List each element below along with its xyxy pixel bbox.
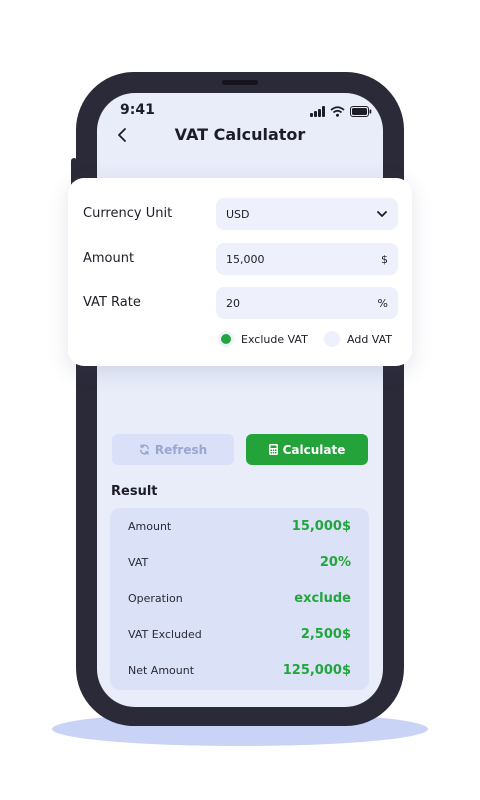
result-row-amount: Amount 15,000$ [128,516,351,536]
vat-rate-label: VAT Rate [83,295,141,310]
add-vat-option[interactable]: Add VAT [324,331,392,347]
result-label: Amount [128,519,172,533]
exclude-vat-radio[interactable] [218,331,234,347]
refresh-label: Refresh [154,442,208,457]
chevron-left-icon [118,128,126,142]
chevron-down-icon [377,211,387,217]
add-vat-radio[interactable] [324,331,340,347]
amount-unit: $ [381,252,388,266]
page-title: VAT Calculator [174,125,306,144]
amount-label: Amount [83,251,135,266]
currency-label: Currency Unit [83,206,173,221]
result-panel: Amount 15,000$ VAT 20% Operation exclude… [110,508,369,690]
currency-value: USD [226,207,250,221]
result-label: VAT [128,555,149,569]
wifi-icon [330,105,345,117]
vat-rate-unit: % [377,296,388,310]
result-value: 125,000$ [282,662,351,678]
result-label: Net Amount [128,663,195,677]
result-row-vat: VAT 20% [128,552,351,572]
add-vat-label: Add VAT [347,332,393,346]
exclude-vat-label: Exclude VAT [241,332,308,346]
back-button[interactable] [112,125,132,145]
amount-input[interactable]: 15,000 $ [216,243,398,275]
result-value: 20% [319,554,351,570]
refresh-icon [139,444,149,455]
result-value: 15,000$ [291,518,351,534]
phone-speaker [222,80,258,85]
result-row-vat-excluded: VAT Excluded 2,500$ [128,624,351,644]
result-title: Result [111,484,158,499]
exclude-vat-option[interactable]: Exclude VAT [218,331,308,347]
result-row-operation: Operation exclude [128,588,351,608]
calculate-button[interactable]: Calculate [246,434,368,465]
currency-select[interactable]: USD [216,198,398,230]
result-label: VAT Excluded [128,627,202,641]
result-value: 2,500$ [300,626,351,642]
calculate-label: Calculate [282,442,346,457]
vat-rate-value: 20 [226,296,240,310]
vat-rate-input[interactable]: 20 % [216,287,398,319]
vat-form-card: Currency Unit USD Amount 15,000 $ VAT Ra… [68,178,412,366]
status-time: 9:41 [120,102,155,118]
status-icons [310,104,372,118]
battery-icon [350,105,372,117]
result-row-net-amount: Net Amount 125,000$ [128,660,351,680]
signal-icon [310,105,325,117]
calculator-icon [268,444,278,455]
result-label: Operation [128,591,183,605]
amount-value: 15,000 [226,252,265,266]
refresh-button[interactable]: Refresh [112,434,234,465]
result-value: exclude [294,590,351,606]
